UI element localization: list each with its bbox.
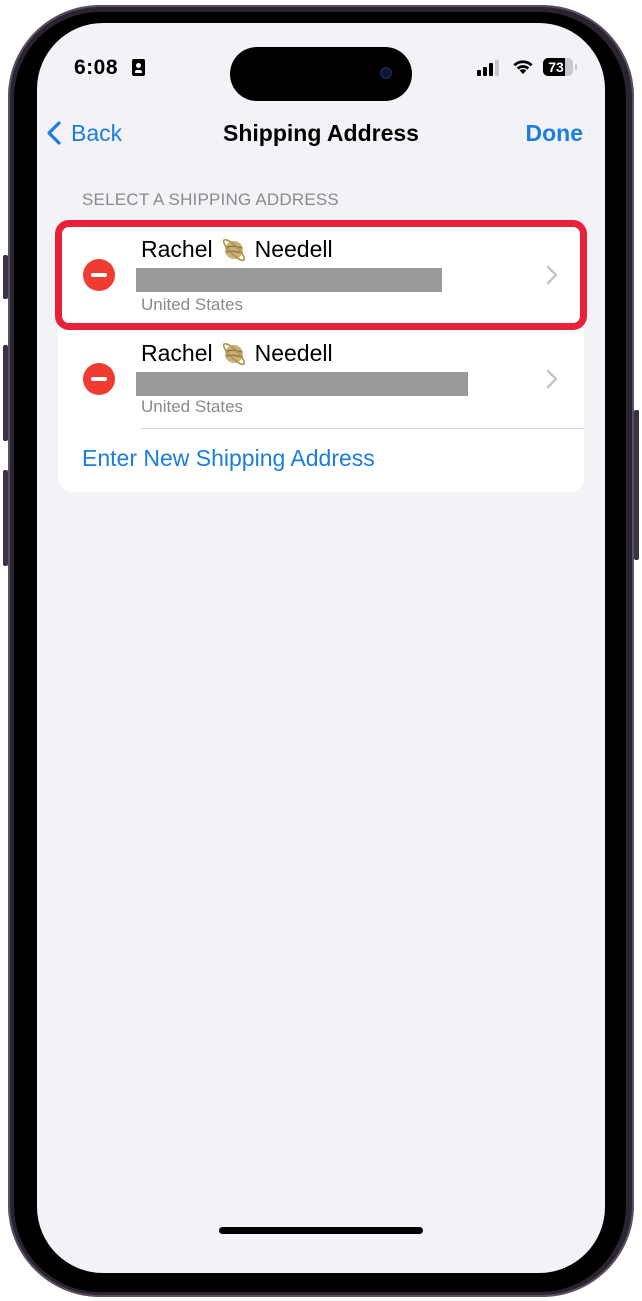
ringed-planet-icon (222, 238, 245, 261)
enter-new-shipping-address-button[interactable]: Enter New Shipping Address (82, 445, 375, 472)
redacted-street-address (136, 268, 442, 292)
address-name: Rachel Needell (141, 340, 333, 367)
action-button (3, 255, 8, 299)
dynamic-island (230, 47, 412, 101)
volume-up-button (3, 345, 8, 441)
row-divider (141, 428, 584, 429)
address-name: Rachel Needell (141, 236, 333, 263)
back-label: Back (71, 119, 123, 146)
back-button[interactable]: Back (47, 111, 122, 155)
redacted-street-address (136, 372, 468, 396)
home-indicator[interactable] (219, 1227, 423, 1234)
status-time: 6:08 (74, 56, 119, 79)
navigation-bar: Back Shipping Address Done (37, 111, 605, 155)
ringed-planet-icon (222, 342, 245, 365)
chevron-right-icon (546, 369, 558, 389)
address-country: United States (141, 397, 244, 416)
first-name: Rachel (141, 236, 213, 262)
contact-card-icon (132, 59, 145, 76)
delete-address-button[interactable] (83, 363, 115, 395)
address-country: United States (141, 295, 244, 314)
wifi-icon (513, 60, 533, 74)
chevron-left-icon (47, 121, 61, 145)
volume-down-button (3, 470, 8, 566)
last-name: Needell (254, 340, 333, 366)
battery-percent: 73 (548, 59, 564, 75)
address-row[interactable]: Rachel Needell United States (58, 223, 584, 327)
chevron-right-icon (546, 265, 558, 285)
done-button[interactable]: Done (526, 111, 584, 155)
delete-address-button[interactable] (83, 259, 115, 291)
screen: 6:08 73 Back Shipping Address Done SELEC… (37, 23, 605, 1273)
address-list: Rachel Needell United States Rachel Need… (58, 223, 584, 492)
front-camera-icon (380, 67, 392, 79)
battery-icon: 73 (543, 58, 573, 76)
side-button (634, 410, 639, 560)
status-bar: 6:08 73 (37, 23, 605, 103)
cellular-signal-icon (477, 60, 501, 76)
page-title: Shipping Address (223, 120, 419, 146)
battery-cap (575, 64, 577, 70)
section-header: SELECT A SHIPPING ADDRESS (82, 190, 339, 209)
first-name: Rachel (141, 340, 213, 366)
last-name: Needell (254, 236, 333, 262)
address-row[interactable]: Rachel Needell United States (58, 327, 584, 431)
